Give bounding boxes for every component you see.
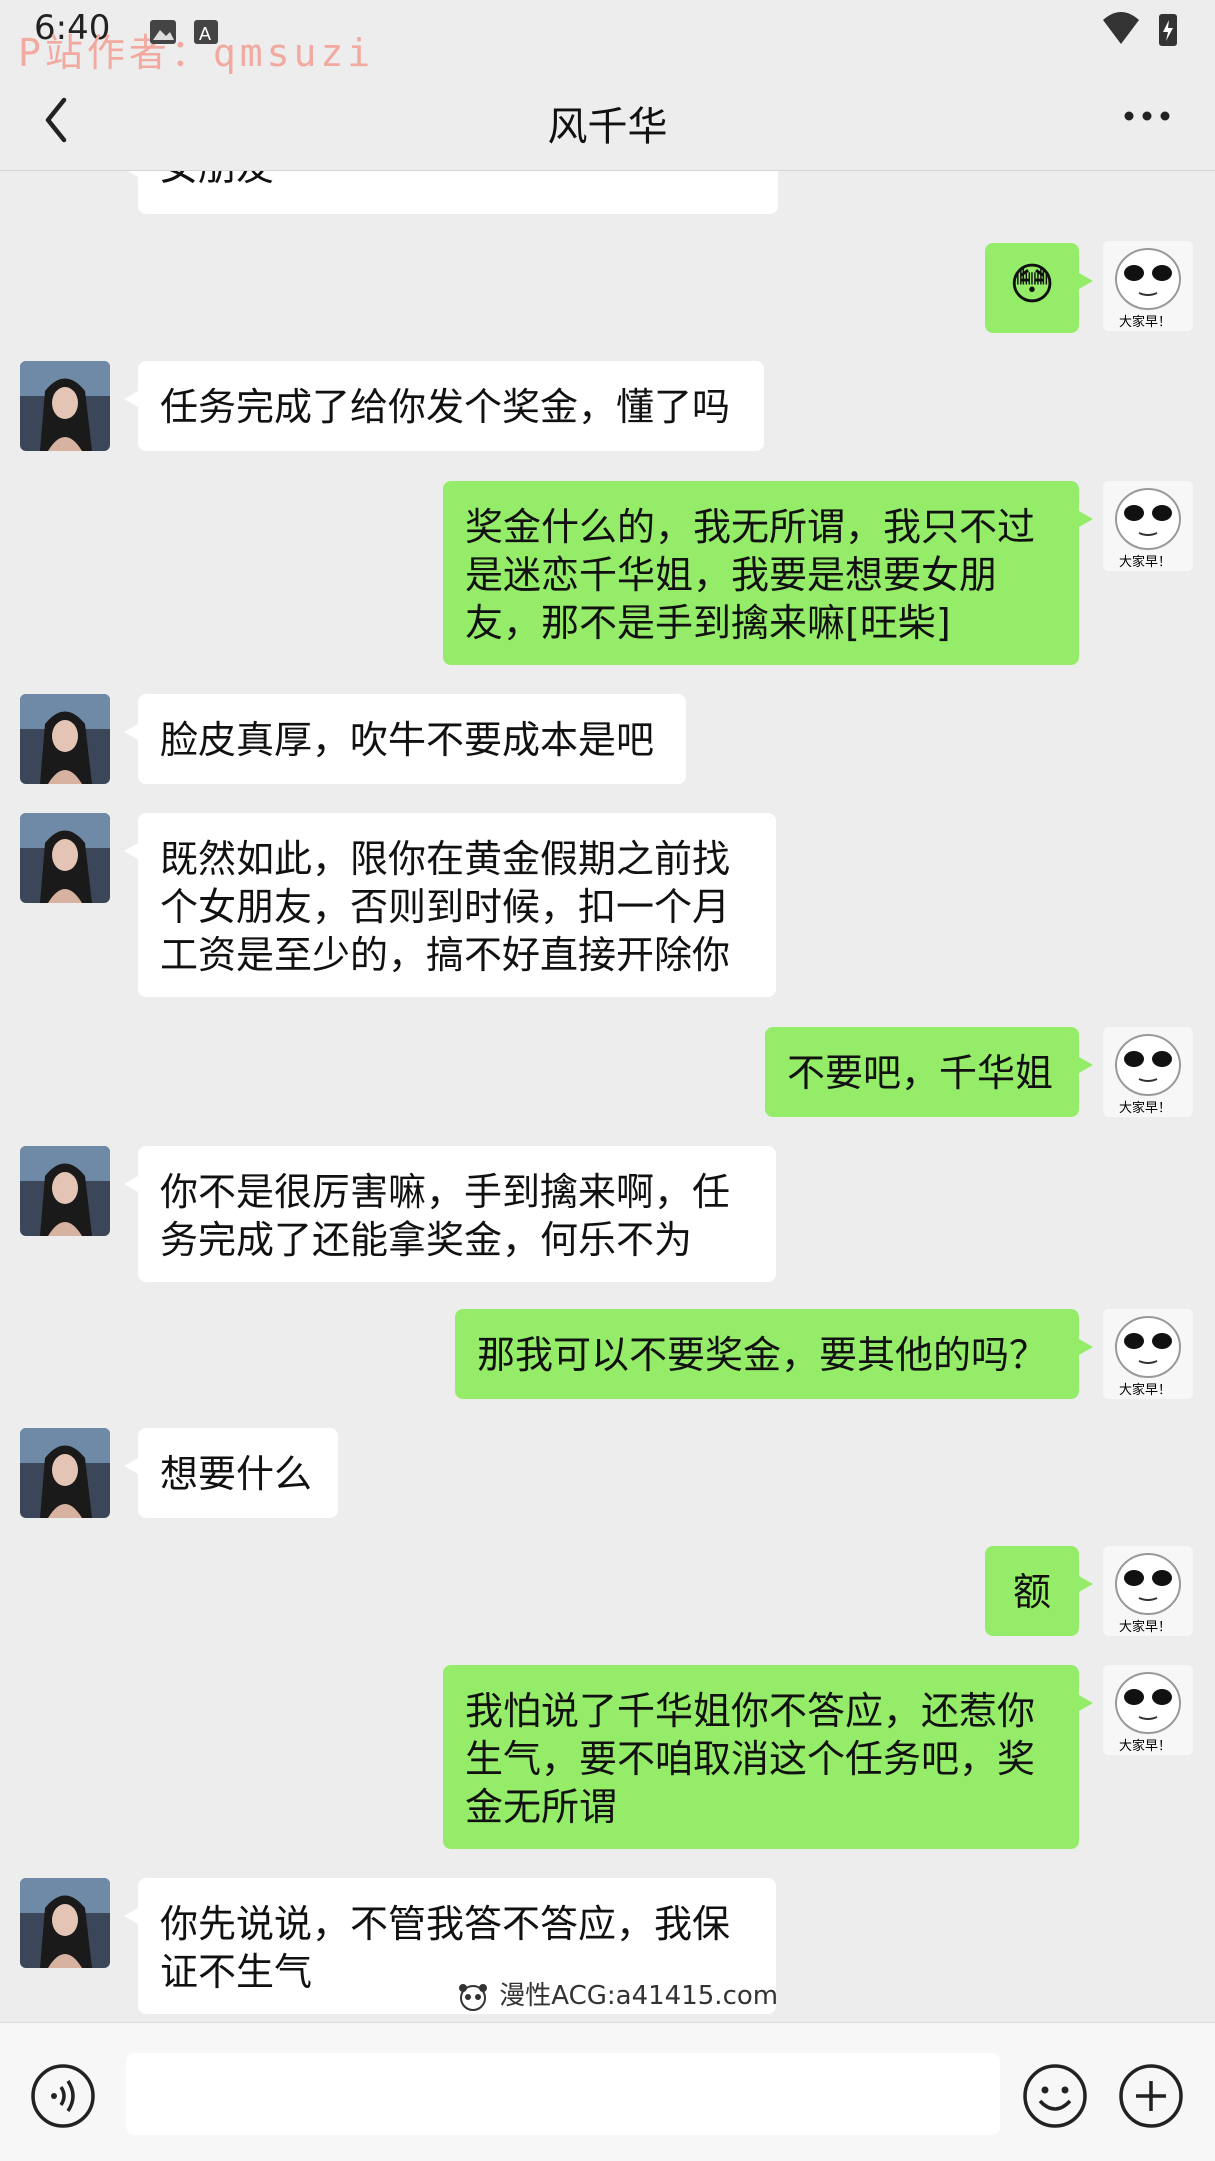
my-avatar[interactable]: 大家早！ [1103, 481, 1193, 571]
avatar-caption: 大家早！ [1119, 1383, 1172, 1398]
my-avatar[interactable]: 大家早！ [1103, 1027, 1193, 1117]
my-avatar[interactable]: 大家早！ [1103, 1546, 1193, 1636]
site-watermark: 漫性ACG:a41415.com [455, 1975, 778, 2012]
woman-portrait-icon [20, 813, 110, 903]
message-bubble-left[interactable]: 既然如此，限你在黄金假期之前找个女朋友，否则到时候，扣一个月工资是至少的，搞不好… [124, 813, 776, 997]
emoji-icon[interactable] [1022, 2063, 1088, 2129]
chat-header: 风千华 [0, 70, 1215, 171]
message-bubble-right[interactable]: 额 [985, 1546, 1093, 1636]
notification-icons: A [150, 20, 218, 44]
woman-portrait-icon [20, 361, 110, 451]
message-bubble-right[interactable]: 😳 [985, 243, 1093, 333]
message-bubble-left[interactable]: 你不是很厉害嘛，手到擒来啊，任务完成了还能拿奖金，何乐不为 [124, 1146, 776, 1282]
avatar-caption: 大家早！ [1119, 1739, 1172, 1754]
voice-input-icon[interactable] [30, 2063, 96, 2129]
woman-portrait-icon [20, 1878, 110, 1968]
message-bubble-left[interactable]: 脸皮真厚，吹牛不要成本是吧 [124, 694, 686, 784]
message-input-bar [0, 2022, 1215, 2161]
woman-portrait-icon [20, 1146, 110, 1236]
svg-text:A: A [199, 24, 211, 44]
my-avatar[interactable]: 大家早！ [1103, 1665, 1193, 1755]
contact-avatar[interactable] [20, 1878, 110, 1968]
contact-avatar[interactable] [20, 694, 110, 784]
woman-portrait-icon [20, 694, 110, 784]
contact-avatar[interactable] [20, 1146, 110, 1236]
wifi-battery-icons [1103, 12, 1177, 46]
message-bubble-left[interactable]: 想要什么 [124, 1428, 338, 1518]
my-avatar[interactable]: 大家早！ [1103, 1309, 1193, 1399]
avatar-caption: 大家早！ [1119, 1620, 1172, 1635]
chat-title: 风千华 [547, 104, 668, 150]
message-bubble-left[interactable]: 任务完成了给你发个奖金，懂了吗 [124, 361, 764, 451]
avatar-caption: 大家早！ [1119, 315, 1172, 330]
woman-portrait-icon [20, 1428, 110, 1518]
contact-avatar[interactable] [20, 1428, 110, 1518]
avatar-caption: 大家早！ [1119, 555, 1172, 570]
message-input[interactable] [126, 2053, 1000, 2135]
more-options-icon[interactable] [1117, 96, 1177, 136]
status-bar: 6:40 P站作者：qmsuzi A [0, 0, 1215, 75]
panda-logo-icon [459, 1983, 487, 2011]
message-bubble-left[interactable]: 女朋友 [124, 171, 778, 214]
add-more-icon[interactable] [1118, 2063, 1184, 2129]
message-bubble-right[interactable]: 不要吧，千华姐 [765, 1027, 1093, 1117]
my-avatar[interactable]: 大家早！ [1103, 241, 1193, 331]
chat-message-list[interactable]: 女朋友 😳 大家早！ 任务完成了给你发个奖金，懂了吗 奖金什么的，我无所谓，我只… [0, 171, 1215, 2021]
contact-avatar[interactable] [20, 361, 110, 451]
avatar-caption: 大家早！ [1119, 1101, 1172, 1116]
contact-avatar[interactable] [20, 813, 110, 903]
message-bubble-right[interactable]: 那我可以不要奖金，要其他的吗？ [455, 1309, 1093, 1399]
message-bubble-right[interactable]: 我怕说了千华姐你不答应，还惹你生气，要不咱取消这个任务吧，奖金无所谓 [443, 1665, 1093, 1849]
message-bubble-right[interactable]: 奖金什么的，我无所谓，我只不过是迷恋千华姐，我要是想要女朋友，那不是手到擒来嘛[… [443, 481, 1093, 665]
